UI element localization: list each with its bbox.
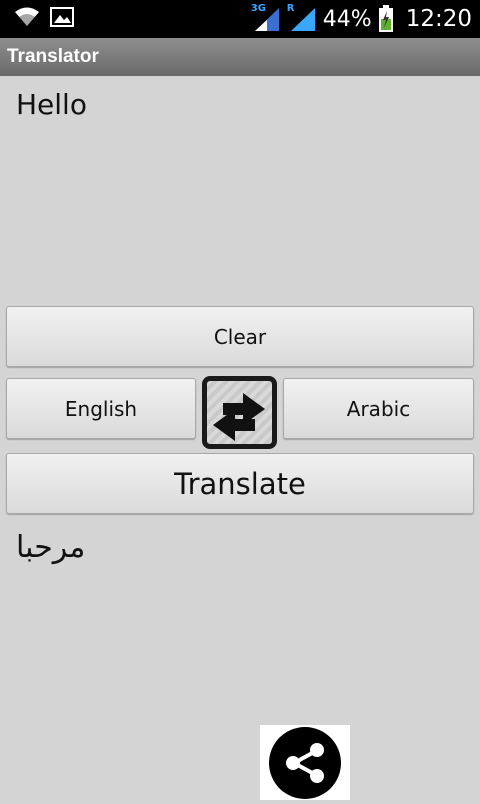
share-icon xyxy=(269,727,341,799)
app-title: Translator xyxy=(7,46,99,67)
share-button[interactable] xyxy=(260,725,350,800)
signal-r: R xyxy=(287,0,317,38)
translate-button-label: Translate xyxy=(174,466,306,501)
status-left-icons xyxy=(14,6,74,28)
wifi-icon xyxy=(15,7,39,26)
swap-languages-button[interactable] xyxy=(202,376,277,449)
target-language-button[interactable]: Arabic xyxy=(283,378,474,439)
target-language-label: Arabic xyxy=(346,396,411,421)
translate-button[interactable]: Translate xyxy=(6,453,474,514)
battery-percent: 44% xyxy=(322,6,372,32)
source-language-label: English xyxy=(64,396,138,421)
output-text: مرحبا xyxy=(16,530,86,565)
status-right: 3G R 44% 12:20 xyxy=(251,0,472,38)
input-text: Hello xyxy=(16,88,87,121)
source-language-button[interactable]: English xyxy=(6,378,196,439)
title-bar: Translator xyxy=(0,38,480,76)
picture-icon xyxy=(50,7,74,27)
battery-icon xyxy=(378,5,393,32)
signal-3g: 3G xyxy=(251,0,281,38)
status-bar: 3G R 44% 12:20 xyxy=(0,0,480,38)
signal-icon xyxy=(254,8,279,31)
swap-arrows-icon xyxy=(213,393,265,441)
clear-button-label: Clear xyxy=(213,324,267,349)
clock: 12:20 xyxy=(405,6,472,32)
input-text-area[interactable]: Hello xyxy=(0,78,480,302)
clear-button[interactable]: Clear xyxy=(6,306,474,367)
signal-icon xyxy=(290,8,315,31)
